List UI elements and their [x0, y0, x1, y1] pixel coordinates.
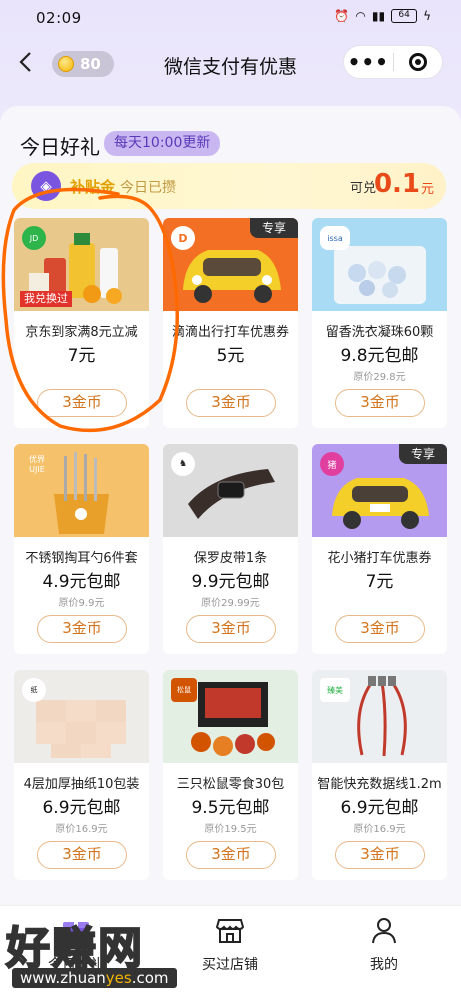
subsidy-icon: ◈: [31, 171, 61, 201]
battery-icon: 64: [391, 9, 418, 23]
product-image: D 专享: [163, 218, 298, 311]
watermark-url-suffix: .com: [131, 969, 169, 987]
product-name: 京东到家满8元立减: [25, 325, 138, 340]
close-ring-icon: [408, 53, 427, 71]
watermark-url: www.zhuanyes.com: [12, 968, 177, 988]
exclusive-tag: 专享: [250, 218, 298, 238]
banner-label: 补贴金: [70, 178, 116, 196]
product-name: 滴滴出行打车优惠券: [171, 325, 289, 340]
product-original-price: 原价29.8元: [353, 372, 406, 383]
redeem-button[interactable]: 3金币: [335, 389, 425, 417]
product-price: 4.9元包邮: [42, 572, 121, 592]
product-price: 9.8元包邮: [340, 346, 419, 366]
product-price: 9.9元包邮: [191, 572, 270, 592]
subsidy-banner[interactable]: ◈ 补贴金 今日已攒 可兑 0.1 元: [12, 163, 446, 209]
redeem-button[interactable]: 3金币: [186, 389, 276, 417]
signal-icon: ▮▮: [371, 9, 386, 23]
redeem-button[interactable]: 3金币: [186, 841, 276, 869]
close-button[interactable]: [393, 53, 442, 71]
redeem-button[interactable]: 3金币: [186, 615, 276, 643]
product-card[interactable]: ♞ 保罗皮带1条 9.9元包邮 原价29.99元 3金币: [163, 444, 298, 654]
product-card[interactable]: JD 我兑换过 京东到家满8元立减 7元 3金币: [14, 218, 149, 428]
product-price: 6.9元包邮: [42, 798, 121, 818]
banner-sub: 今日已攒: [120, 180, 176, 196]
product-name: 4层加厚抽纸10包装: [23, 777, 140, 792]
product-card[interactable]: 纸 4层加厚抽纸10包装 6.9元包邮 原价16.9元 3金币: [14, 670, 149, 880]
mini-program-capsule: •••: [343, 45, 443, 79]
watermark-url-prefix: www.zhuan: [20, 969, 106, 987]
redeem-button[interactable]: 3金币: [37, 615, 127, 643]
product-original-price: 原价16.9元: [353, 824, 406, 835]
tab-label: 买过店铺: [202, 957, 258, 973]
brand-logo: 臻美: [320, 678, 350, 702]
product-price: 7元: [365, 572, 394, 592]
exclusive-tag: 专享: [399, 444, 447, 464]
status-bar: 02:09 ⏰ ◠ ▮▮ 64 ϟ: [0, 0, 461, 34]
redeem-button[interactable]: 3金币: [335, 615, 425, 643]
product-card[interactable]: 臻美 智能快充数据线1.2m 6.9元包邮 原价16.9元 3金币: [312, 670, 447, 880]
watermark-url-highlight: yes: [105, 969, 132, 987]
wifi-icon: ◠: [355, 9, 366, 23]
tab-bought-stores[interactable]: 买过店铺: [180, 914, 280, 974]
product-original-price: 原价19.5元: [204, 824, 257, 835]
product-image: issa: [312, 218, 447, 311]
charging-icon: ϟ: [423, 9, 431, 23]
jd-daojia-logo: JD: [22, 226, 46, 250]
brand-logo: 纸: [22, 678, 46, 702]
product-price: 9.5元包邮: [191, 798, 270, 818]
redeem-button[interactable]: 3金币: [335, 841, 425, 869]
three-squirrels-logo: 松鼠: [171, 678, 197, 702]
product-image: 优界 UJIE: [14, 444, 149, 537]
product-original-price: 原价16.9元: [55, 824, 108, 835]
product-image: 臻美: [312, 670, 447, 763]
status-time: 02:09: [36, 9, 82, 27]
redeem-button[interactable]: 3金币: [37, 841, 127, 869]
product-image: JD 我兑换过: [14, 218, 149, 311]
huaxiaozhu-logo: 猪: [320, 452, 344, 476]
product-card[interactable]: 优界 UJIE 不锈钢掏耳勺6件套 4.9元包邮 原价9.9元 3金币: [14, 444, 149, 654]
product-name: 花小猪打车优惠券: [327, 551, 432, 566]
product-card[interactable]: D 专享 滴滴出行打车优惠券 5元 3金币: [163, 218, 298, 428]
product-image: ♞: [163, 444, 298, 537]
product-image: 松鼠: [163, 670, 298, 763]
product-price: 6.9元包邮: [340, 798, 419, 818]
product-name: 留香洗衣凝珠60颗: [325, 325, 434, 340]
product-card[interactable]: 猪 专享 花小猪打车优惠券 7元 3金币: [312, 444, 447, 654]
redeem-button[interactable]: 3金币: [37, 389, 127, 417]
product-original-price: 原价9.9元: [58, 598, 105, 609]
product-card[interactable]: 松鼠 三只松鼠零食30包 9.5元包邮 原价19.5元 3金币: [163, 670, 298, 880]
update-badge: 每天10:00更新: [104, 131, 221, 156]
redeemed-badge: 我兑换过: [20, 291, 72, 307]
product-card[interactable]: issa 留香洗衣凝珠60颗 9.8元包邮 原价29.8元 3金币: [312, 218, 447, 428]
product-name: 三只松鼠零食30包: [176, 777, 285, 792]
banner-redeem-label: 可兑: [349, 181, 376, 196]
status-icons: ⏰ ◠ ▮▮ 64 ϟ: [334, 9, 431, 23]
tab-mine[interactable]: 我的: [334, 914, 434, 974]
watermark-logo: 好赚网: [5, 922, 144, 975]
paul-frank-logo: ♞: [171, 452, 195, 476]
store-icon: [215, 919, 245, 943]
banner-unit: 元: [420, 182, 434, 197]
tab-label: 我的: [370, 957, 398, 973]
more-button[interactable]: •••: [344, 47, 393, 77]
ujie-logo: 优界 UJIE: [29, 455, 45, 474]
product-name: 不锈钢掏耳勺6件套: [25, 551, 138, 566]
person-icon: [372, 918, 396, 944]
brand-logo: issa: [320, 226, 350, 250]
product-price: 5元: [216, 346, 245, 366]
product-name: 保罗皮带1条: [193, 551, 268, 566]
product-price: 7元: [67, 346, 96, 366]
alarm-icon: ⏰: [334, 9, 350, 23]
product-image: 纸: [14, 670, 149, 763]
header: 80 微信支付有优惠 •••: [0, 40, 461, 86]
section-title: 今日好礼: [20, 135, 100, 159]
product-image: 猪 专享: [312, 444, 447, 537]
banner-value: 0.1: [373, 169, 420, 199]
didi-logo: D: [171, 226, 195, 250]
product-name: 智能快充数据线1.2m: [317, 777, 442, 792]
product-original-price: 原价29.99元: [201, 598, 260, 609]
